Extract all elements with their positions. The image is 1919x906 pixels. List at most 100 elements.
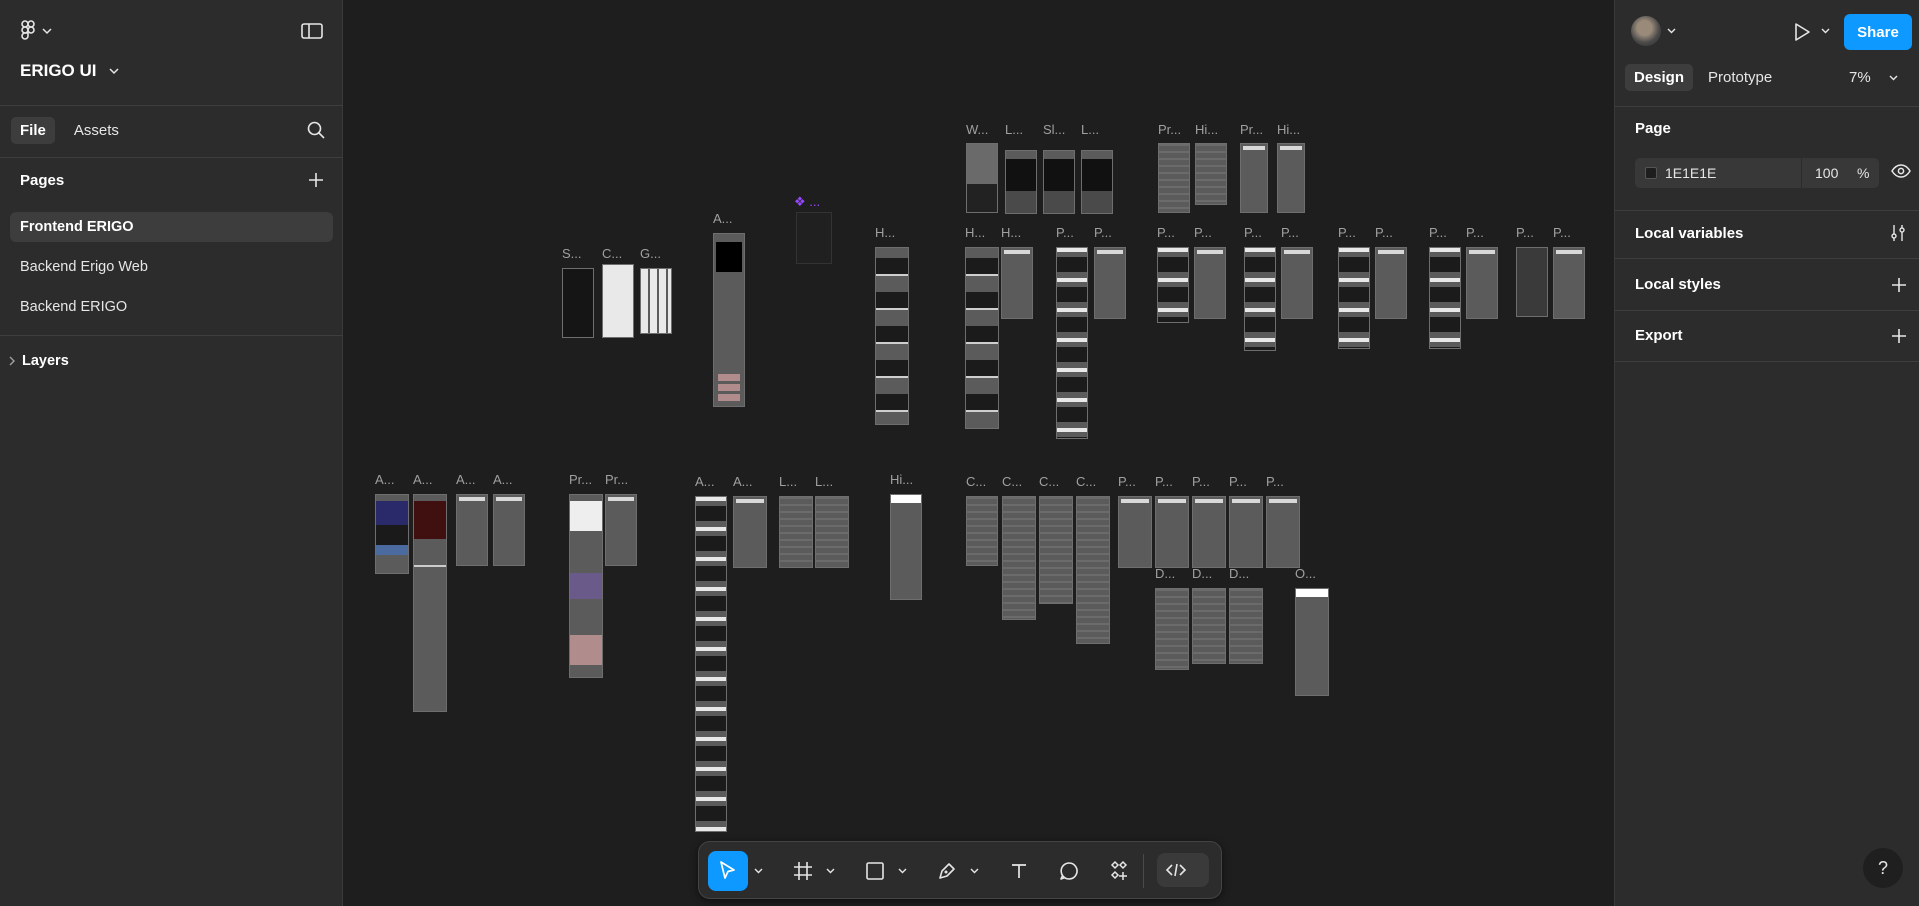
frame-label[interactable]: Pr... [1158, 122, 1181, 137]
add-export-button[interactable] [1891, 328, 1907, 344]
frame-label[interactable]: P... [1281, 225, 1299, 240]
frame-thumbnail[interactable] [1281, 247, 1313, 319]
page-item-backend-erigo-web[interactable]: Backend Erigo Web [10, 252, 333, 282]
frame-thumbnail[interactable] [1229, 588, 1263, 664]
frame-label[interactable]: Pr... [605, 472, 628, 487]
frame-thumbnail[interactable] [1277, 143, 1305, 213]
local-styles-title[interactable]: Local styles [1635, 276, 1721, 293]
frame-label[interactable]: P... [1466, 225, 1484, 240]
frame-label[interactable]: C... [602, 246, 622, 261]
frame-tool-button[interactable] [783, 851, 823, 891]
user-menu[interactable] [1631, 16, 1676, 46]
tab-file[interactable]: File [11, 117, 55, 144]
frame-thumbnail[interactable] [569, 494, 603, 678]
actions-tool-button[interactable] [1099, 851, 1139, 891]
export-title[interactable]: Export [1635, 327, 1683, 344]
shape-tool-menu[interactable] [895, 851, 909, 891]
frame-thumbnail[interactable] [1429, 247, 1461, 349]
frame-label[interactable]: C... [1002, 474, 1022, 489]
frame-label[interactable]: P... [1516, 225, 1534, 240]
frame-thumbnail[interactable] [602, 264, 634, 338]
page-item-backend-erigo[interactable]: Backend ERIGO [10, 292, 333, 322]
toggle-sidebar-button[interactable] [301, 22, 323, 40]
frame-thumbnail[interactable] [1194, 247, 1226, 319]
present-button[interactable] [1793, 22, 1811, 42]
frame-thumbnail[interactable] [413, 494, 447, 712]
frame-thumbnail[interactable] [1081, 150, 1113, 214]
comment-tool-button[interactable] [1049, 851, 1089, 891]
frame-label[interactable]: P... [1429, 225, 1447, 240]
frame-thumbnail[interactable] [1002, 496, 1036, 620]
frame-thumbnail[interactable] [1039, 496, 1073, 604]
frame-label[interactable]: D... [1229, 566, 1249, 581]
frame-thumbnail[interactable] [1056, 247, 1088, 439]
frame-thumbnail[interactable] [875, 247, 909, 425]
frame-label[interactable]: C... [966, 474, 986, 489]
frame-label[interactable]: H... [965, 225, 985, 240]
frame-label[interactable]: G... [640, 246, 661, 261]
frame-thumbnail[interactable] [1192, 588, 1226, 664]
help-button[interactable]: ? [1863, 848, 1903, 888]
frame-thumbnail[interactable] [1118, 496, 1152, 568]
frame-thumbnail[interactable] [695, 496, 727, 832]
search-button[interactable] [306, 120, 326, 140]
frame-label[interactable]: H... [1001, 225, 1021, 240]
frame-label[interactable]: P... [1375, 225, 1393, 240]
frame-thumbnail[interactable] [1240, 143, 1268, 213]
frame-thumbnail[interactable] [1229, 496, 1263, 568]
layers-header[interactable]: Layers [8, 353, 69, 369]
visibility-toggle[interactable] [1891, 163, 1911, 179]
frame-label[interactable]: D... [1192, 566, 1212, 581]
frame-tool-menu[interactable] [823, 851, 837, 891]
move-tool-button[interactable] [708, 851, 748, 891]
frame-label[interactable]: P... [1157, 225, 1175, 240]
frame-thumbnail[interactable] [966, 143, 998, 213]
frame-thumbnail[interactable] [1155, 496, 1189, 568]
frame-label[interactable]: Hi... [1277, 122, 1300, 137]
share-button[interactable]: Share [1844, 14, 1912, 50]
frame-label[interactable]: Hi... [890, 472, 913, 487]
zoom-menu[interactable]: 7% [1849, 69, 1898, 86]
frame-label[interactable]: P... [1266, 474, 1284, 489]
color-swatch[interactable] [1645, 167, 1657, 179]
frame-thumbnail[interactable] [1553, 247, 1585, 319]
frame-label[interactable]: P... [1192, 474, 1210, 489]
move-tool-menu[interactable] [751, 851, 765, 891]
frame-label[interactable]: A... [733, 474, 753, 489]
frame-label[interactable]: A... [413, 472, 433, 487]
frame-thumbnail[interactable] [1076, 496, 1110, 644]
frame-label[interactable]: Pr... [569, 472, 592, 487]
frame-label[interactable]: D... [1155, 566, 1175, 581]
frame-label[interactable]: P... [1229, 474, 1247, 489]
frame-thumbnail[interactable] [1266, 496, 1300, 568]
frame-label[interactable]: Pr... [1240, 122, 1263, 137]
frame-label[interactable]: P... [1553, 225, 1571, 240]
frame-label[interactable]: Hi... [1195, 122, 1218, 137]
main-menu-button[interactable] [20, 20, 52, 42]
frame-thumbnail[interactable] [1338, 247, 1370, 349]
page-opacity-value[interactable]: 100 [1815, 165, 1838, 181]
frame-label[interactable]: L... [1005, 122, 1023, 137]
frame-label[interactable]: C... [1076, 474, 1096, 489]
tab-design[interactable]: Design [1625, 64, 1694, 91]
frame-label[interactable]: L... [815, 474, 833, 489]
add-page-button[interactable] [308, 172, 324, 188]
frame-label[interactable]: P... [1155, 474, 1173, 489]
frame-thumbnail[interactable] [1195, 143, 1227, 205]
frame-label[interactable]: A... [375, 472, 395, 487]
frame-thumbnail[interactable] [1466, 247, 1498, 319]
file-name-menu[interactable]: ERIGO UI [20, 61, 119, 81]
frame-thumbnail[interactable] [965, 247, 999, 429]
tab-prototype[interactable]: Prototype [1699, 64, 1781, 91]
frame-thumbnail[interactable] [1155, 588, 1189, 670]
frame-label[interactable]: L... [1081, 122, 1099, 137]
tab-assets[interactable]: Assets [65, 117, 128, 144]
frame-thumbnail[interactable] [562, 268, 594, 338]
frame-thumbnail[interactable] [1094, 247, 1126, 319]
frame-label[interactable]: A... [713, 211, 733, 226]
dev-mode-toggle[interactable] [1157, 853, 1209, 887]
frame-thumbnail[interactable] [890, 494, 922, 600]
frame-thumbnail[interactable] [1244, 247, 1276, 351]
frame-thumbnail[interactable] [815, 496, 849, 568]
frame-label[interactable]: P... [1194, 225, 1212, 240]
